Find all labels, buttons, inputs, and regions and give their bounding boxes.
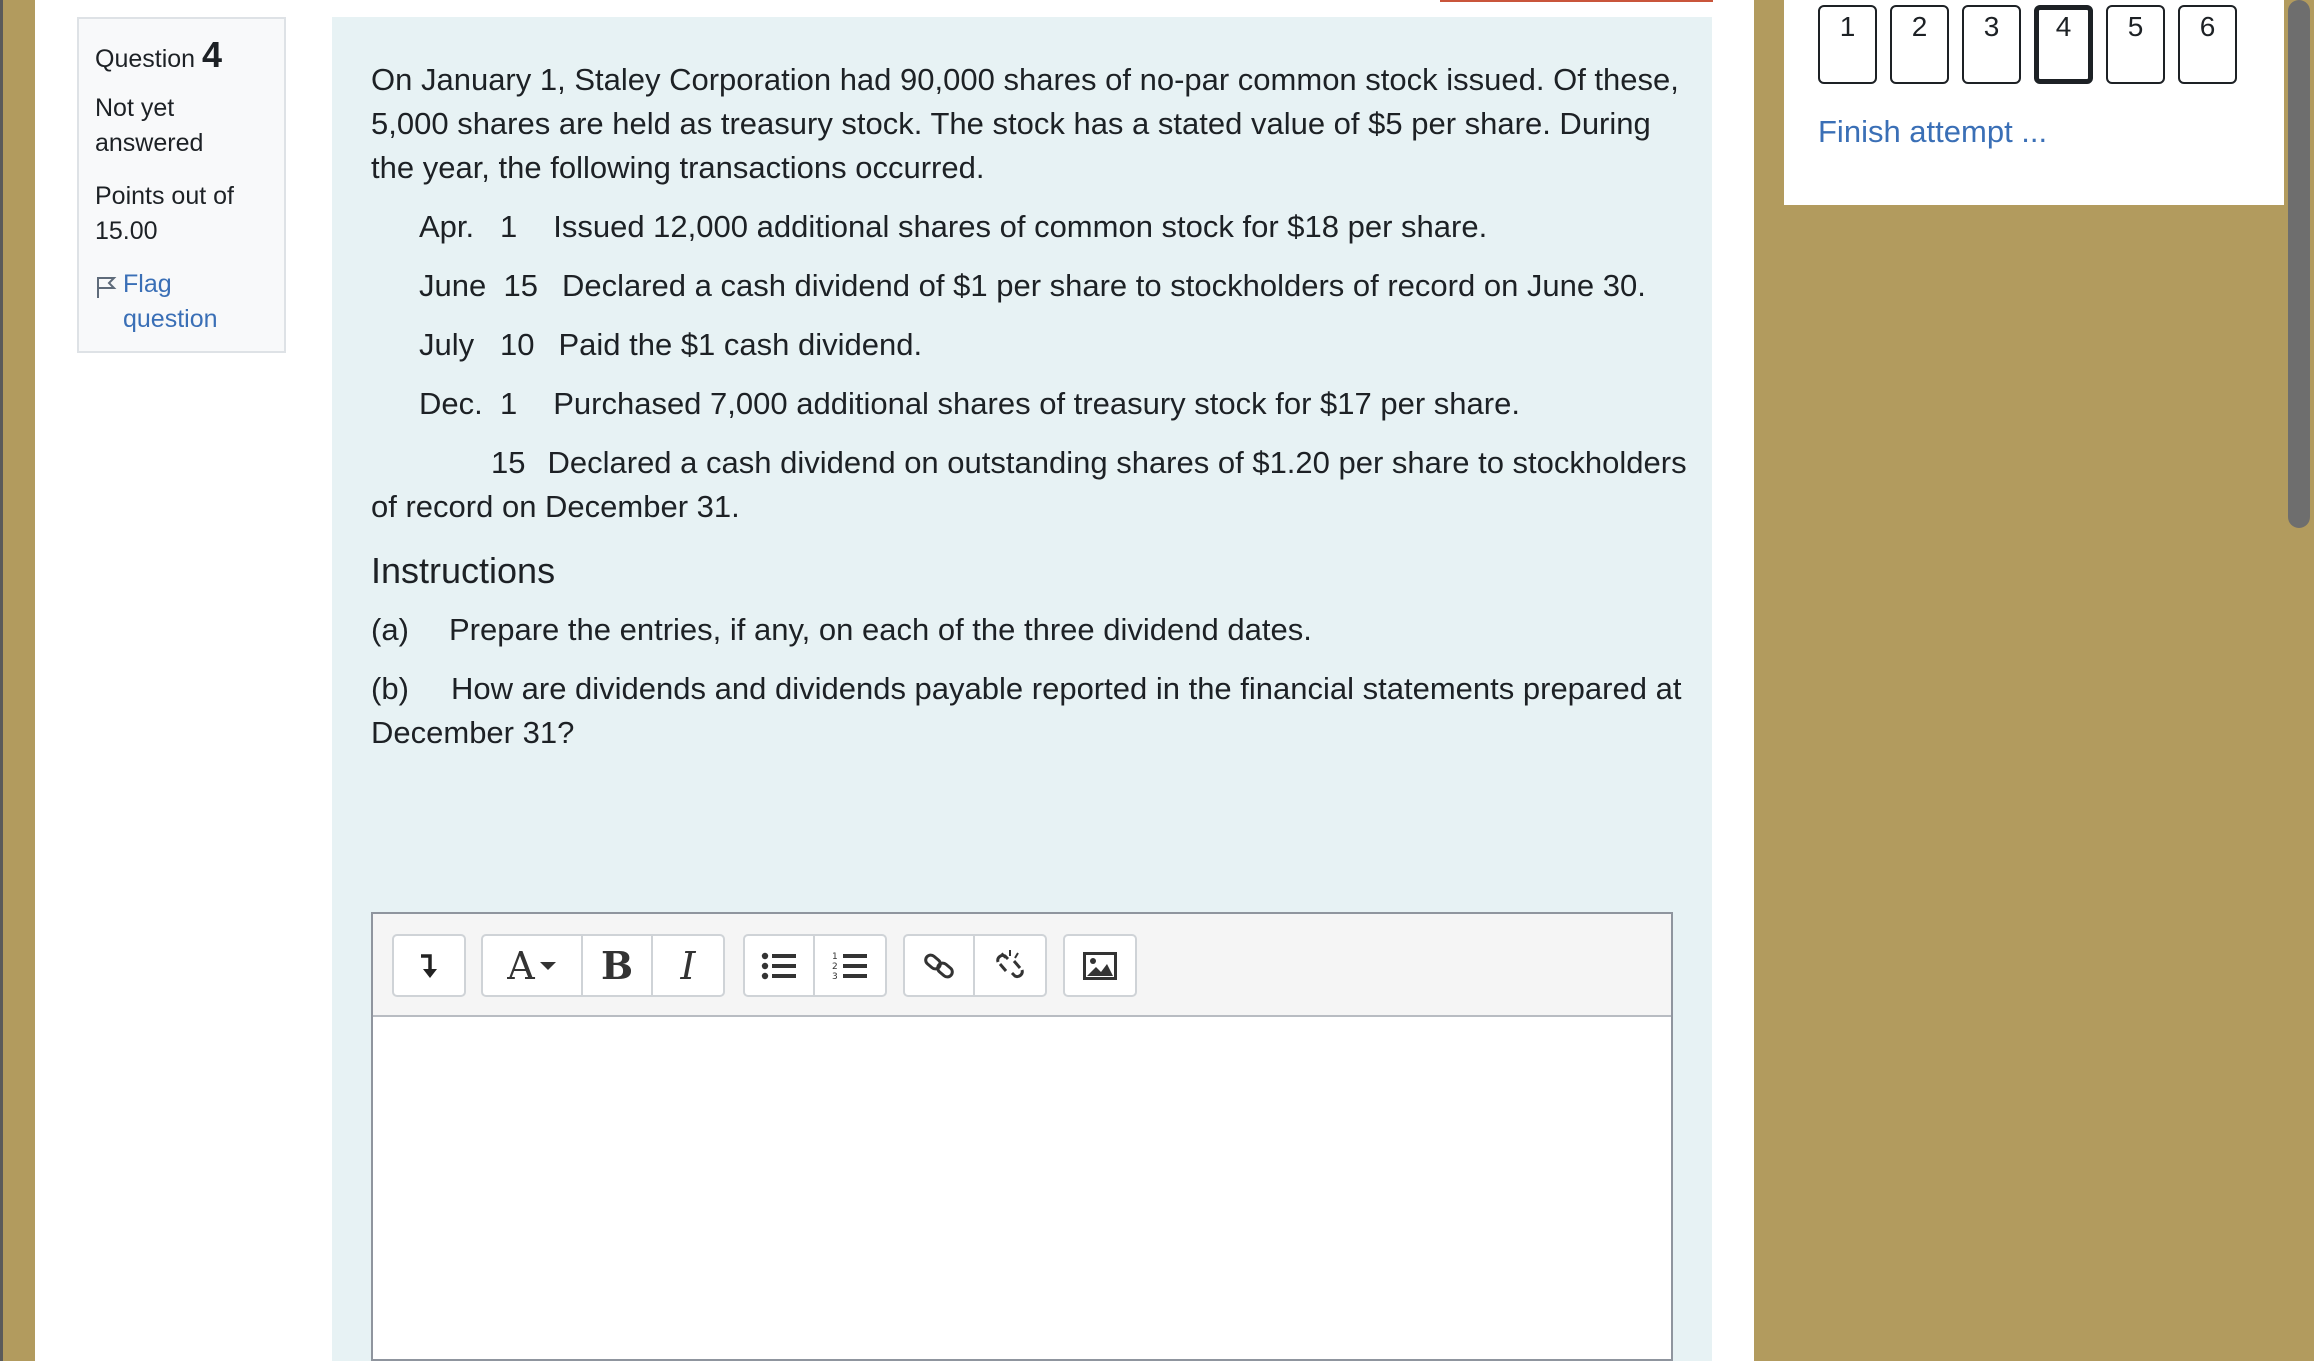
instruction-item: (a) Prepare the entries, if any, on each… — [371, 608, 1691, 652]
editor-toolbar: A B I 1 2 3 — [373, 914, 1671, 1017]
ordered-list-icon: 1 2 3 — [832, 952, 867, 982]
font-style-icon: A — [507, 944, 556, 988]
quiz-nav-button-4-current[interactable]: 4 — [2034, 5, 2093, 84]
flag-icon — [97, 277, 117, 298]
transaction-date: June 15 — [419, 268, 538, 303]
toolbar-group-format: A B I — [481, 934, 725, 997]
unlink-button[interactable] — [975, 936, 1045, 995]
question-number: 4 — [202, 34, 223, 75]
svg-text:2: 2 — [832, 962, 838, 972]
quiz-navigation-panel: 1 2 3 4 5 6 Finish attempt ... — [1784, 0, 2284, 205]
quiz-nav-button-1[interactable]: 1 — [1818, 5, 1877, 84]
instruction-item: (b) How are dividends and dividends payab… — [371, 667, 1691, 755]
flag-question-button[interactable]: Flag question — [95, 267, 268, 337]
font-style-button[interactable]: A — [483, 936, 583, 995]
toolbar-group-toggle — [392, 934, 466, 997]
scrollbar-thumb[interactable] — [2288, 0, 2310, 528]
transaction-date: July 10 — [419, 327, 535, 362]
svg-text:3: 3 — [832, 972, 838, 982]
ordered-list-button[interactable]: 1 2 3 — [815, 936, 885, 995]
transaction-text: Paid the $1 cash dividend. — [558, 327, 923, 362]
transaction-date: Apr. 1 — [419, 209, 518, 244]
svg-text:1: 1 — [832, 952, 838, 962]
bold-button[interactable]: B — [583, 936, 653, 995]
finish-attempt-link[interactable]: Finish attempt ... — [1818, 114, 2047, 150]
transaction-row: 15 Declared a cash dividend on outstandin… — [371, 441, 1691, 529]
question-state: Not yet answered — [95, 94, 204, 157]
unordered-list-icon — [761, 952, 796, 979]
quiz-nav-button-5[interactable]: 5 — [2106, 5, 2165, 84]
unlink-icon — [996, 949, 1024, 978]
answer-editor: A B I 1 2 3 — [371, 912, 1673, 1361]
italic-icon: I — [680, 943, 696, 988]
instruction-text: How are dividends and dividends payable … — [371, 671, 1682, 750]
quiz-nav-button-2[interactable]: 2 — [1890, 5, 1949, 84]
accent-bar — [1440, 0, 1713, 2]
instructions-heading: Instructions — [371, 550, 556, 591]
question-intro: On January 1, Staley Corporation had 90,… — [371, 62, 1679, 185]
question-label: Question — [95, 45, 196, 73]
link-icon — [924, 953, 954, 978]
transaction-text: Declared a cash dividend on outstanding … — [371, 445, 1687, 524]
window-edge — [0, 0, 3, 1361]
expand-toolbar-button[interactable] — [394, 936, 464, 995]
insert-image-button[interactable] — [1065, 936, 1135, 995]
transaction-text: Issued 12,000 additional shares of commo… — [553, 209, 1488, 244]
insert-image-icon — [1083, 951, 1117, 980]
link-button[interactable] — [905, 936, 975, 995]
question-grade: Points out of 15.00 — [95, 182, 234, 245]
transaction-text: Purchased 7,000 additional shares of tre… — [553, 386, 1520, 421]
transaction-date: 15 — [491, 445, 526, 480]
font-style-glyph: A — [507, 943, 535, 988]
toolbar-group-lists: 1 2 3 — [743, 934, 887, 997]
unordered-list-button[interactable] — [745, 936, 815, 995]
instruction-label: (b) — [371, 671, 409, 706]
instruction-label: (a) — [371, 612, 409, 647]
transaction-row: July 10 Paid the $1 cash dividend. — [371, 323, 1691, 367]
bold-icon: B — [600, 943, 634, 988]
flag-question-label: Flag question — [123, 270, 218, 333]
editor-content-area[interactable] — [373, 1017, 1671, 1357]
transaction-date: Dec. 1 — [419, 386, 518, 421]
toolbar-group-links — [903, 934, 1047, 997]
italic-button[interactable]: I — [653, 936, 723, 995]
expand-toolbar-icon — [421, 953, 437, 978]
transaction-row: Dec. 1 Purchased 7,000 additional shares… — [371, 382, 1691, 426]
transaction-row: Apr. 1 Issued 12,000 additional shares o… — [371, 205, 1691, 249]
question-text: On January 1, Staley Corporation had 90,… — [371, 58, 1691, 755]
transaction-text: Declared a cash dividend of $1 per share… — [561, 268, 1646, 303]
quiz-nav-button-3[interactable]: 3 — [1962, 5, 2021, 84]
question-number-label: Question 4 — [95, 37, 268, 77]
toolbar-group-media — [1063, 934, 1137, 997]
transaction-row: June 15 Declared a cash dividend of $1 p… — [371, 264, 1691, 308]
quiz-nav-button-6[interactable]: 6 — [2178, 5, 2237, 84]
instruction-text: Prepare the entries, if any, on each of … — [449, 612, 1312, 647]
question-info-panel: Question 4 Not yet answered Points out o… — [77, 17, 286, 353]
